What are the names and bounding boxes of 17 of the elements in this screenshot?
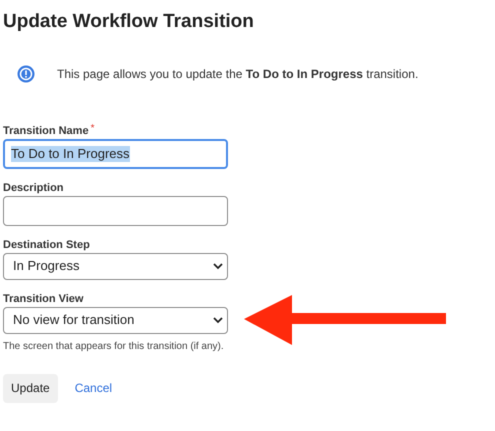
update-button[interactable]: Update bbox=[3, 374, 58, 402]
page-title: Update Workflow Transition bbox=[3, 10, 255, 34]
required-mark: * bbox=[90, 124, 94, 134]
chevron-down-icon bbox=[213, 262, 223, 270]
info-icon bbox=[17, 64, 35, 82]
help-text: The screen that appears for this transition (if any). bbox=[3, 340, 225, 354]
text-field[interactable]: To Do to In Progress bbox=[3, 138, 228, 168]
field-label: Description bbox=[3, 180, 64, 194]
field-label: Transition View bbox=[3, 292, 84, 306]
field-label: Destination Step bbox=[3, 238, 90, 252]
dropdown[interactable]: No view for transition bbox=[3, 306, 228, 334]
field-label: Transition Name bbox=[3, 124, 89, 138]
chevron-down-icon bbox=[213, 316, 223, 324]
cancel-link[interactable]: Cancel bbox=[74, 379, 112, 397]
info-message: This page allows you to update the To Do to In Progress transition. bbox=[57, 66, 418, 82]
dropdown[interactable]: In Progress bbox=[3, 252, 228, 280]
text-field[interactable] bbox=[3, 196, 228, 226]
